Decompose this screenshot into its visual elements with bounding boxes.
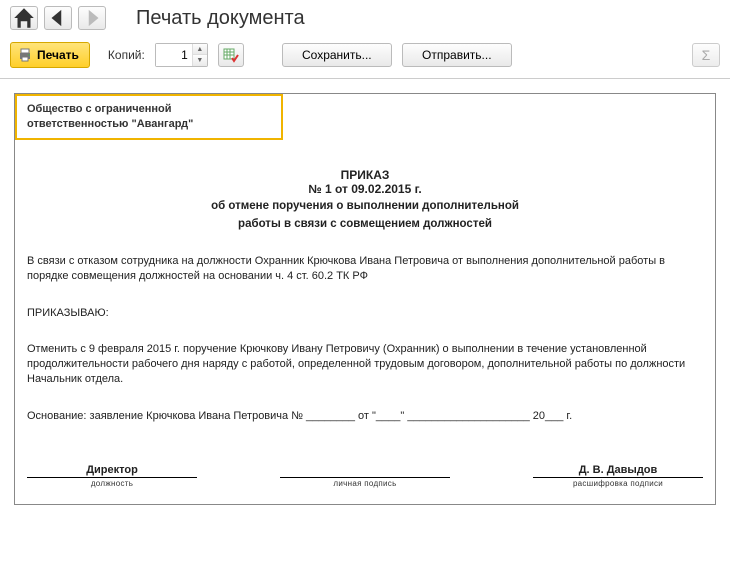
toolbar: Печать Копий: ▲ ▼ Сохранить... Отправить… — [0, 36, 730, 79]
print-button[interactable]: Печать — [10, 42, 90, 68]
save-button[interactable]: Сохранить... — [282, 43, 392, 67]
sum-button[interactable]: Σ — [692, 43, 720, 67]
printer-icon — [17, 47, 33, 63]
header-bar: Печать документа — [0, 0, 730, 36]
doc-number-line: № 1 от 09.02.2015 г. — [27, 182, 703, 196]
signature-position-caption: должность — [27, 479, 197, 488]
doc-order-word: ПРИКАЗЫВАЮ: — [27, 306, 703, 321]
organization-box: Общество с ограниченной ответственностью… — [15, 94, 283, 140]
copies-label: Копий: — [108, 48, 145, 62]
signature-name: Д. В. Давыдов расшифровка подписи — [533, 464, 703, 488]
page-title: Печать документа — [136, 7, 305, 30]
send-button[interactable]: Отправить... — [402, 43, 512, 67]
doc-preamble: В связи с отказом сотрудника на должност… — [27, 254, 703, 284]
copies-spinner[interactable]: ▲ ▼ — [155, 43, 208, 67]
copies-input[interactable] — [156, 44, 192, 66]
doc-subject-1: об отмене поручения о выполнении дополни… — [27, 198, 703, 214]
table-check-icon — [223, 47, 239, 63]
copies-up[interactable]: ▲ — [193, 44, 207, 55]
print-button-label: Печать — [37, 48, 79, 62]
signature-row: Директор должность личная подпись Д. В. … — [27, 464, 703, 488]
forward-button[interactable] — [78, 6, 106, 30]
preview-settings-button[interactable] — [218, 43, 244, 67]
signature-name-caption: расшифровка подписи — [533, 479, 703, 488]
doc-subject-2: работы в связи с совмещением должностей — [27, 216, 703, 232]
home-button[interactable] — [10, 6, 38, 30]
doc-heading: ПРИКАЗ — [27, 168, 703, 182]
signature-sign-line — [280, 464, 450, 478]
signature-name-value: Д. В. Давыдов — [533, 464, 703, 478]
document-page: Общество с ограниченной ответственностью… — [14, 93, 716, 505]
back-button[interactable] — [44, 6, 72, 30]
document-area: Общество с ограниченной ответственностью… — [0, 79, 730, 519]
doc-order-text: Отменить с 9 февраля 2015 г. поручение К… — [27, 342, 703, 387]
copies-down[interactable]: ▼ — [193, 55, 207, 66]
doc-basis: Основание: заявление Крючкова Ивана Петр… — [27, 409, 703, 424]
signature-position-value: Директор — [27, 464, 197, 478]
signature-sign: личная подпись — [280, 464, 450, 488]
signature-sign-caption: личная подпись — [280, 479, 450, 488]
signature-position: Директор должность — [27, 464, 197, 488]
